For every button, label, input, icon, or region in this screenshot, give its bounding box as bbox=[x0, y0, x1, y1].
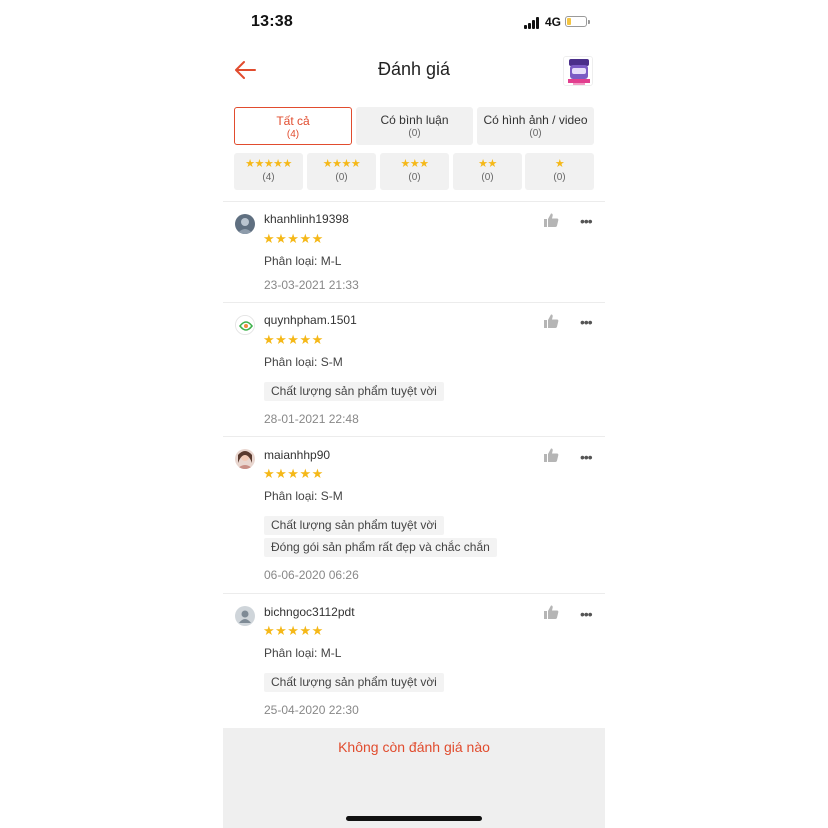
thumbs-up-icon[interactable] bbox=[543, 604, 559, 620]
review-stars: ★★★★★ bbox=[263, 231, 324, 246]
status-bar: 13:38 4G bbox=[223, 0, 605, 46]
review-tag: Chất lượng sản phẩm tuyệt vời bbox=[264, 382, 444, 401]
avatar bbox=[235, 606, 255, 626]
more-options-icon[interactable]: ••• bbox=[580, 315, 593, 329]
tab-all-label: Tất cả bbox=[276, 114, 310, 128]
tab-with-media-count: (0) bbox=[529, 128, 542, 139]
tab-with-media-label: Có hình ảnh / video bbox=[483, 113, 588, 127]
more-options-icon[interactable]: ••• bbox=[580, 450, 593, 464]
tab-with-comments-label: Có bình luận bbox=[380, 113, 449, 127]
review-item: bichngoc3112pdt ••• ★★★★★ Phân loại: M-L… bbox=[223, 594, 605, 728]
product-thumbnail[interactable] bbox=[563, 56, 593, 86]
phone-screen: 13:38 4G Đánh giá Tất cả (4) Có bình luậ… bbox=[223, 0, 605, 828]
review-tag: Chất lượng sản phẩm tuyệt vời bbox=[264, 516, 444, 535]
review-stars: ★★★★★ bbox=[263, 623, 324, 638]
star-filter-4-stars: ★★★★ bbox=[322, 158, 361, 170]
tab-all-count: (4) bbox=[286, 129, 300, 140]
more-options-icon[interactable]: ••• bbox=[580, 214, 593, 228]
review-username[interactable]: maianhhp90 bbox=[264, 448, 330, 462]
review-variant: Phân loại: M-L bbox=[264, 254, 342, 268]
thumbs-up-icon[interactable] bbox=[543, 313, 559, 329]
review-item: maianhhp90 ••• ★★★★★ Phân loại: S-M Chất… bbox=[223, 437, 605, 593]
home-indicator[interactable] bbox=[346, 816, 482, 821]
network-label: 4G bbox=[545, 15, 562, 29]
review-username[interactable]: bichngoc3112pdt bbox=[264, 605, 355, 619]
tab-with-media[interactable]: Có hình ảnh / video (0) bbox=[477, 107, 594, 145]
star-filter-3-count: (0) bbox=[408, 172, 421, 183]
page-title: Đánh giá bbox=[377, 59, 451, 79]
star-filter-2-count: (0) bbox=[481, 172, 494, 183]
star-filter-5-count: (4) bbox=[262, 172, 275, 183]
review-username[interactable]: quynhpham.1501 bbox=[264, 313, 357, 327]
status-time: 13:38 bbox=[251, 13, 293, 30]
review-date: 23-03-2021 21:33 bbox=[264, 278, 359, 292]
star-filter-1-count: (0) bbox=[553, 172, 566, 183]
star-filter-3-stars: ★★★ bbox=[400, 158, 429, 170]
review-tag: Chất lượng sản phẩm tuyệt vời bbox=[264, 673, 444, 692]
thumbs-up-icon[interactable] bbox=[543, 447, 559, 463]
star-filter-2-stars: ★★ bbox=[478, 158, 497, 170]
header: Đánh giá bbox=[223, 48, 605, 94]
star-filter-2[interactable]: ★★ (0) bbox=[453, 153, 522, 190]
star-filter-4-count: (0) bbox=[335, 172, 348, 183]
review-variant: Phân loại: M-L bbox=[264, 646, 342, 660]
review-date: 28-01-2021 22:48 bbox=[264, 412, 359, 426]
review-stars: ★★★★★ bbox=[263, 466, 324, 481]
tab-with-comments-count: (0) bbox=[408, 128, 421, 139]
battery-cap bbox=[588, 20, 590, 24]
review-variant: Phân loại: S-M bbox=[264, 489, 343, 503]
thumbs-up-icon[interactable] bbox=[543, 212, 559, 228]
review-stars: ★★★★★ bbox=[263, 332, 324, 347]
star-filter-3[interactable]: ★★★ (0) bbox=[380, 153, 449, 190]
battery-icon bbox=[565, 16, 587, 27]
signal-icon bbox=[524, 17, 541, 29]
star-filters: ★★★★★ (4) ★★★★ (0) ★★★ (0) ★★ (0) ★ (0) bbox=[234, 153, 594, 190]
filter-tabs: Tất cả (4) Có bình luận (0) Có hình ảnh … bbox=[234, 107, 594, 145]
avatar bbox=[235, 214, 255, 234]
no-more-reviews-label: Không còn đánh giá nào bbox=[338, 739, 490, 755]
star-filter-5[interactable]: ★★★★★ (4) bbox=[234, 153, 303, 190]
review-tag: Đóng gói sản phẩm rất đẹp và chắc chắn bbox=[264, 538, 497, 557]
tab-all[interactable]: Tất cả (4) bbox=[234, 107, 352, 145]
star-filter-5-stars: ★★★★★ bbox=[245, 158, 292, 170]
avatar bbox=[235, 315, 255, 335]
star-filter-1-stars: ★ bbox=[554, 158, 565, 170]
review-item: quynhpham.1501 ••• ★★★★★ Phân loại: S-M … bbox=[223, 303, 605, 436]
end-of-list-footer: Không còn đánh giá nào bbox=[223, 728, 605, 828]
more-options-icon[interactable]: ••• bbox=[580, 607, 593, 621]
review-date: 06-06-2020 06:26 bbox=[264, 568, 359, 582]
tab-with-comments[interactable]: Có bình luận (0) bbox=[356, 107, 473, 145]
review-item: khanhlinh19398 ••• ★★★★★ Phân loại: M-L … bbox=[223, 202, 605, 302]
review-variant: Phân loại: S-M bbox=[264, 355, 343, 369]
review-date: 25-04-2020 22:30 bbox=[264, 703, 359, 717]
star-filter-4[interactable]: ★★★★ (0) bbox=[307, 153, 376, 190]
avatar bbox=[235, 449, 255, 469]
review-username[interactable]: khanhlinh19398 bbox=[264, 212, 349, 226]
star-filter-1[interactable]: ★ (0) bbox=[525, 153, 594, 190]
